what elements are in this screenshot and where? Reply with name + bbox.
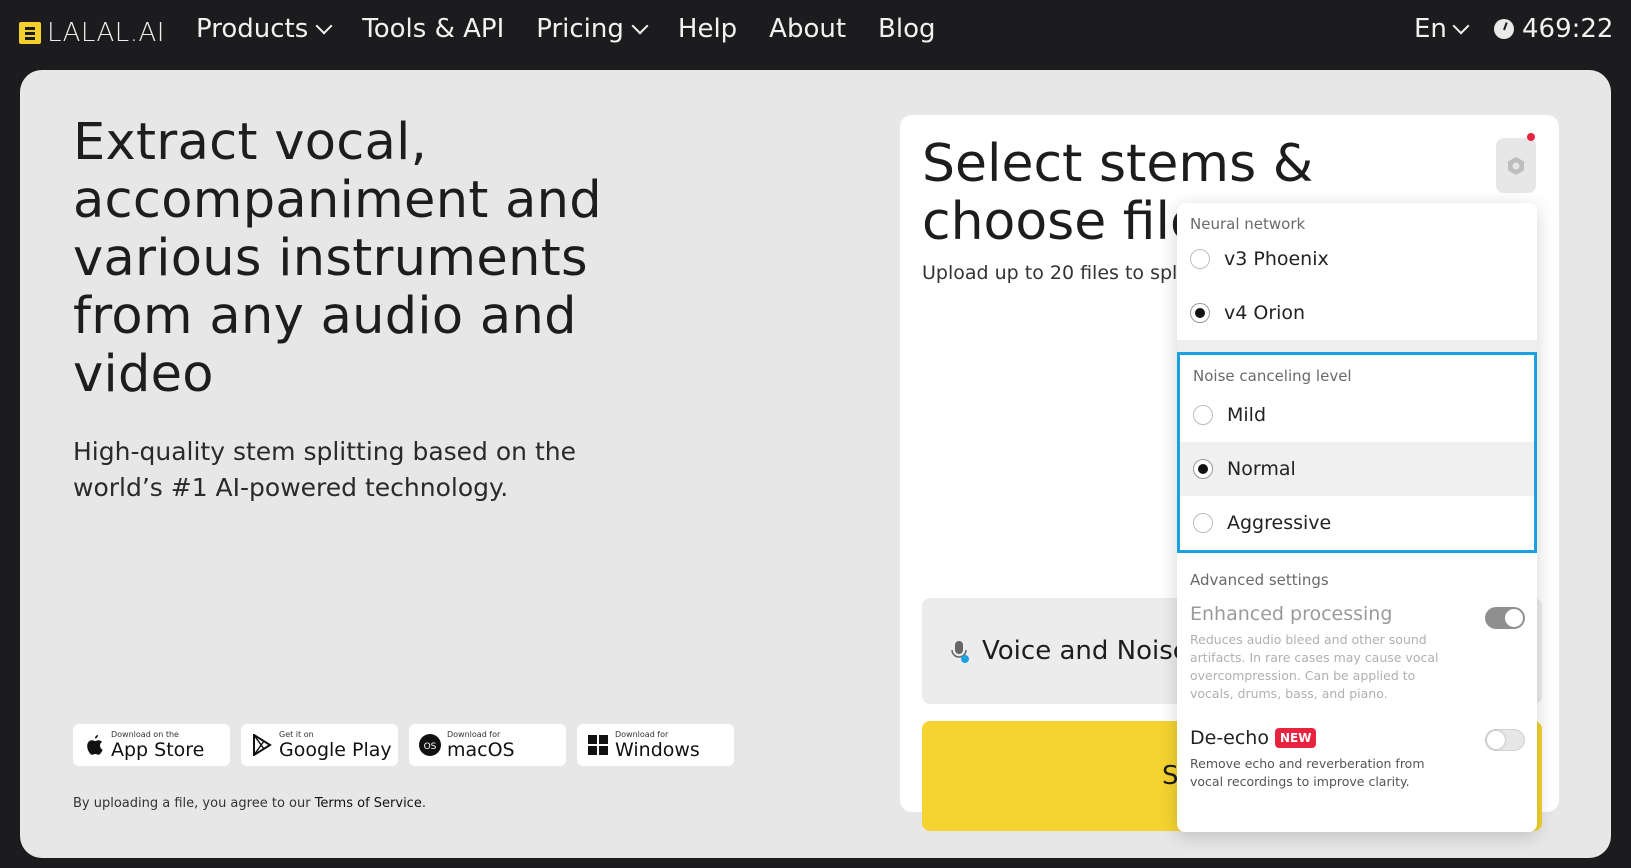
enhanced-processing-desc: Reduces audio bleed and other sound arti… <box>1190 632 1439 701</box>
option-v4-orion[interactable]: v4 Orion <box>1177 286 1537 340</box>
google-play-button[interactable]: Get it on Google Play <box>241 724 398 766</box>
radio-mild[interactable] <box>1193 405 1213 425</box>
radio-aggressive[interactable] <box>1193 513 1213 533</box>
option-label: Normal <box>1227 458 1296 480</box>
nav-blog-label: Blog <box>878 14 936 44</box>
hero-title: Extract vocal, accompaniment and various… <box>73 113 602 404</box>
nav-products[interactable]: Products <box>196 14 333 44</box>
terms-of-service-link[interactable]: Terms of Service <box>315 796 422 811</box>
gear-icon <box>1508 156 1524 175</box>
voice-noise-icon <box>951 641 969 663</box>
terms-notice: By uploading a file, you agree to our Te… <box>73 796 426 811</box>
advanced-settings-label: Advanced settings <box>1190 571 1329 589</box>
nav-pricing[interactable]: Pricing <box>536 14 649 44</box>
option-label: v4 Orion <box>1224 302 1306 324</box>
terms-suffix: . <box>421 796 426 811</box>
macos-icon: OS <box>419 734 441 756</box>
option-label: Mild <box>1227 404 1267 426</box>
radio-normal[interactable] <box>1193 459 1213 479</box>
divider <box>1177 340 1537 352</box>
logo[interactable]: LALAL.AI <box>19 18 165 48</box>
de-echo-title: De-echo <box>1190 727 1269 749</box>
noise-canceling-label: Noise canceling level <box>1193 367 1352 385</box>
apple-icon <box>83 734 105 756</box>
store-big-text: App Store <box>111 739 205 761</box>
de-echo-row: De-echo NEW Remove echo and reverberatio… <box>1177 727 1537 791</box>
option-label: v3 Phoenix <box>1224 248 1329 270</box>
language-selector[interactable]: En <box>1414 14 1470 44</box>
svg-text:OS: OS <box>424 742 437 752</box>
hero-subtitle: High-quality stem splitting based on the… <box>73 437 576 502</box>
stem-label: Voice and Noise <box>982 636 1189 666</box>
language-label: En <box>1414 14 1447 44</box>
notification-dot <box>1527 133 1535 141</box>
option-mild[interactable]: Mild <box>1180 388 1534 442</box>
logo-mark-icon <box>19 22 41 44</box>
logo-text: LALAL.AI <box>47 18 165 48</box>
app-store-button[interactable]: Download on the App Store <box>73 724 230 766</box>
nav-tools-api-label: Tools & API <box>362 14 505 44</box>
radio-v3-phoenix[interactable] <box>1190 249 1210 269</box>
option-normal[interactable]: Normal <box>1180 442 1534 496</box>
top-navigation: LALAL.AI Products Tools & API Pricing He… <box>0 0 1631 66</box>
chevron-down-icon <box>315 17 333 35</box>
noise-canceling-group: Noise canceling level Mild Normal Aggres… <box>1177 352 1537 553</box>
option-v3-phoenix[interactable]: v3 Phoenix <box>1177 232 1537 286</box>
card-subtitle: Upload up to 20 files to split <box>922 262 1191 284</box>
windows-icon <box>587 734 609 756</box>
google-play-icon <box>251 734 273 756</box>
nav-pricing-label: Pricing <box>536 14 624 44</box>
nav-help[interactable]: Help <box>678 14 737 44</box>
neural-network-label: Neural network <box>1190 215 1306 233</box>
nav-tools-api[interactable]: Tools & API <box>362 14 504 44</box>
chevron-down-icon <box>631 17 649 35</box>
terms-prefix: By uploading a file, you agree to our <box>73 796 315 811</box>
de-echo-toggle[interactable] <box>1485 729 1525 751</box>
nav-blog[interactable]: Blog <box>878 14 935 44</box>
nav-products-label: Products <box>196 14 309 44</box>
time-balance[interactable]: 469:22 <box>1494 14 1613 44</box>
store-big-text: macOS <box>447 739 515 761</box>
nav-about-label: About <box>769 14 847 44</box>
nav-help-label: Help <box>677 14 738 44</box>
new-badge: NEW <box>1274 728 1317 748</box>
enhanced-processing-toggle[interactable] <box>1485 607 1525 629</box>
enhanced-processing-row: Enhanced processing Reduces audio bleed … <box>1177 603 1537 703</box>
main-nav: Products Tools & API Pricing Help About … <box>196 14 968 44</box>
clock-icon <box>1494 19 1514 39</box>
radio-v4-orion[interactable] <box>1190 303 1210 323</box>
option-label: Aggressive <box>1227 512 1332 534</box>
option-aggressive[interactable]: Aggressive <box>1180 496 1534 550</box>
settings-button[interactable] <box>1496 133 1536 193</box>
store-big-text: Windows <box>615 739 700 761</box>
chevron-down-icon <box>1452 17 1470 35</box>
settings-dropdown: Neural network v3 Phoenix v4 Orion Noise… <box>1177 203 1537 832</box>
windows-button[interactable]: Download for Windows <box>577 724 734 766</box>
nav-about[interactable]: About <box>769 14 846 44</box>
macos-button[interactable]: OS Download for macOS <box>409 724 566 766</box>
time-balance-value: 469:22 <box>1522 14 1614 44</box>
store-big-text: Google Play <box>279 739 392 761</box>
store-buttons: Download on the App Store Get it on Goog… <box>73 724 734 766</box>
de-echo-desc: Remove echo and reverberation from vocal… <box>1190 756 1425 789</box>
